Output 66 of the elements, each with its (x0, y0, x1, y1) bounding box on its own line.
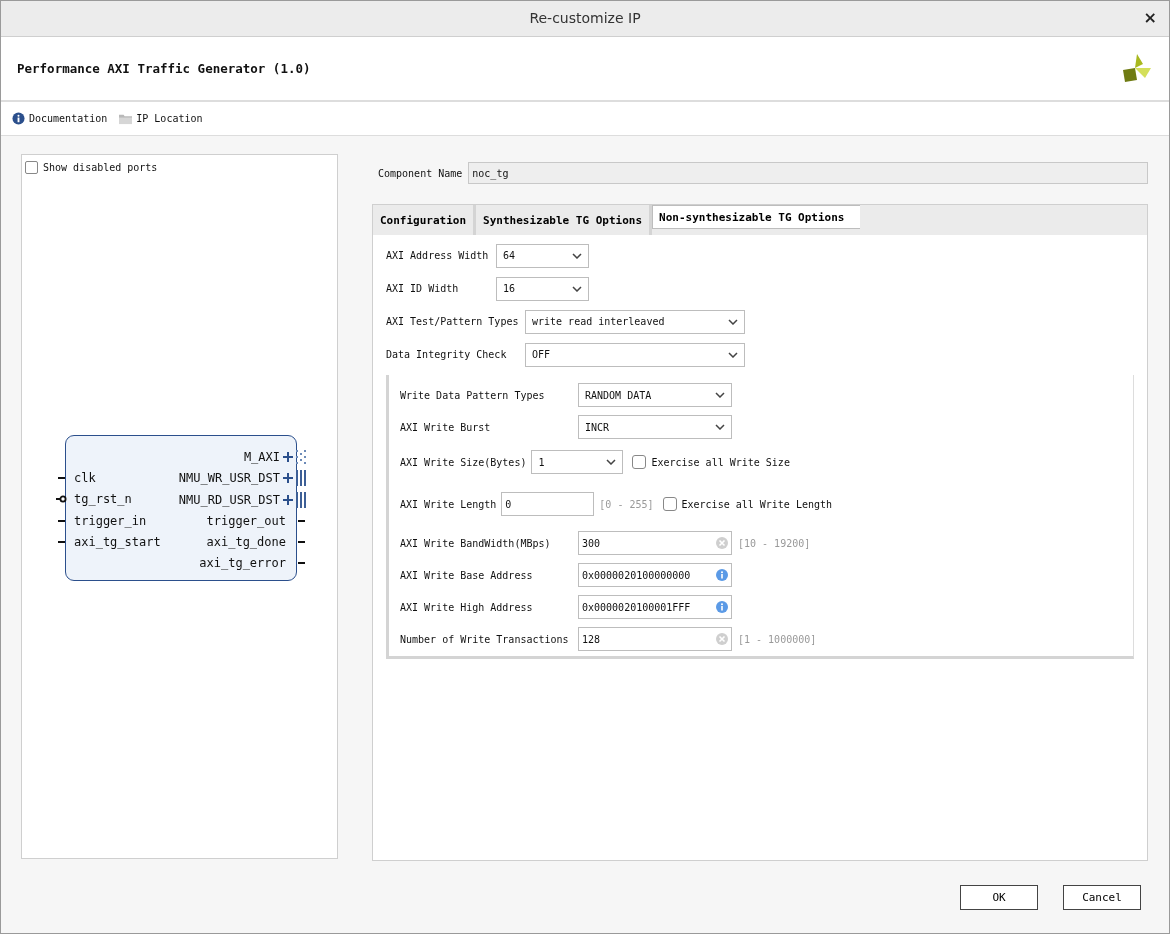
checkbox[interactable]: Exercise all Write Size (628, 455, 790, 470)
toolbar-link[interactable]: IP Location (119, 111, 203, 125)
pin-stub (298, 562, 305, 565)
cancel-button[interactable]: Cancel (1063, 884, 1141, 910)
port-name: axi_tg_start (74, 534, 161, 549)
range-hint: [1 - 1000000] (738, 633, 817, 645)
field-label: AXI Test/Pattern Types (386, 316, 519, 328)
pin-stub (58, 519, 65, 522)
pin-stub (298, 541, 305, 544)
component-name-label: Component Name (378, 167, 463, 179)
tab[interactable]: Non-synthesizable TG Options (652, 205, 861, 230)
component-name-field[interactable]: noc_tg (468, 162, 1148, 185)
chevron-down-icon (728, 351, 738, 358)
field-label: AXI Write Base Address (400, 569, 534, 581)
clear-icon[interactable] (716, 537, 728, 550)
chevron-down-icon (728, 318, 738, 325)
dropdown[interactable]: 1 (531, 450, 624, 475)
input-field[interactable]: 300 (578, 531, 732, 556)
input-field[interactable]: 0x0000020100000000 (578, 563, 732, 588)
port-name: NMU_RD_USR_DST (178, 492, 280, 507)
field-label: AXI Address Width (386, 250, 490, 262)
field-label: Write Data Pattern Types (400, 389, 546, 401)
input-field[interactable]: 0x0000020100001FFF (578, 595, 732, 620)
field-label: AXI Write High Address (400, 601, 534, 613)
window-title: Re-customize IP (529, 10, 641, 27)
port-name: tg_rst_n (74, 492, 132, 507)
inverted-pin-icon (56, 495, 68, 504)
input-field[interactable]: 0 (501, 492, 595, 517)
logo-icon (1121, 52, 1153, 85)
dropdown[interactable]: write read interleaved (525, 309, 745, 334)
dropdown[interactable]: OFF (525, 342, 745, 367)
chevron-down-icon (572, 285, 582, 292)
field-label: AXI Write Size(Bytes) (400, 456, 527, 468)
dropdown[interactable]: RANDOM DATA (578, 383, 732, 408)
checkbox[interactable]: Exercise all Write Length (658, 497, 833, 512)
port-name: clk (74, 471, 96, 485)
range-hint: [0 - 255] (599, 498, 654, 510)
field-label: Data Integrity Check (386, 349, 508, 361)
ip-title: Performance AXI Traffic Generator (1.0) (17, 60, 311, 76)
pin-stub (58, 540, 65, 543)
chevron-down-icon (715, 392, 725, 399)
clear-icon[interactable] (716, 633, 728, 646)
port-name: axi_tg_done (206, 535, 286, 550)
close-button[interactable]: × (1143, 10, 1157, 26)
field-label: Number of Write Transactions (400, 633, 570, 645)
chevron-down-icon (606, 459, 617, 466)
dropdown[interactable]: 64 (496, 243, 589, 268)
field-label: AXI Write Burst (400, 421, 492, 433)
port-name: M_AXI (243, 450, 280, 464)
ok-button[interactable]: OK (960, 884, 1038, 910)
chevron-down-icon (572, 252, 582, 259)
field-label: AXI ID Width (386, 283, 460, 295)
info-icon (12, 111, 25, 125)
dropdown[interactable]: INCR (578, 415, 732, 440)
port-name: trigger_in (74, 513, 147, 528)
chevron-down-icon (715, 424, 725, 431)
toolbar-link[interactable]: Documentation (12, 111, 108, 125)
port-name: axi_tg_error (199, 556, 286, 571)
field-label: AXI Write Length (400, 498, 497, 510)
dropdown[interactable]: 16 (496, 276, 589, 301)
port-name: trigger_out (206, 513, 286, 528)
range-hint: [10 - 19200] (738, 537, 811, 549)
pin-stub (298, 519, 305, 522)
port-name: NMU_WR_USR_DST (178, 471, 280, 486)
field-label: AXI Write BandWidth(MBps) (400, 537, 552, 549)
input-field[interactable]: 128 (578, 627, 732, 652)
